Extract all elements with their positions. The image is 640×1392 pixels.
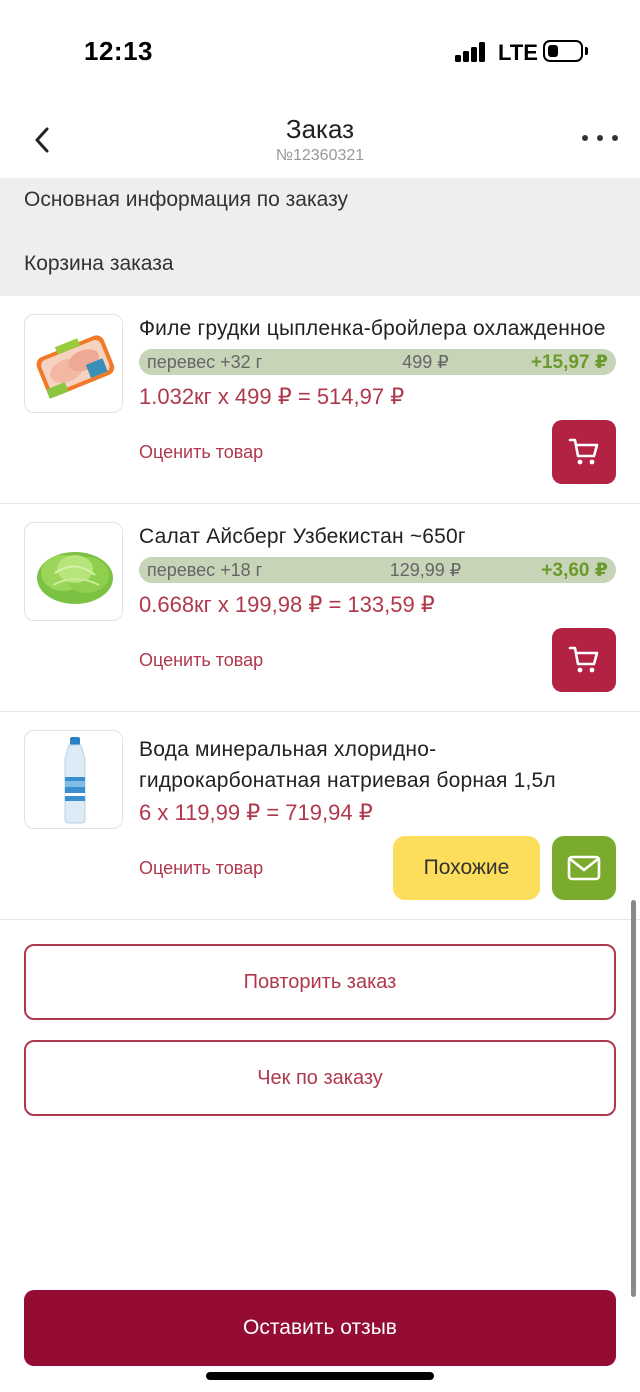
extra-price: +3,60 ₽ (541, 560, 608, 581)
add-to-cart-button[interactable] (552, 420, 616, 484)
lettuce-icon (37, 552, 113, 604)
more-dot-icon (597, 135, 603, 141)
main-info-row[interactable]: Основная информация по заказу (24, 188, 348, 212)
rate-product-link[interactable]: Оценить товар (139, 442, 263, 463)
more-dot-icon (612, 135, 618, 141)
cart-header: Корзина заказа (24, 252, 174, 275)
signal-icon (455, 42, 487, 62)
scrollbar[interactable] (631, 900, 636, 1297)
price-calculation: 1.032кг x 499 ₽ = 514,97 ₽ (139, 384, 405, 409)
list-item: Вода минеральная хлоридно-гидрокарбонатн… (0, 712, 640, 920)
repeat-order-button[interactable]: Повторить заказ (24, 944, 616, 1020)
home-indicator[interactable] (206, 1372, 434, 1380)
product-name[interactable]: Салат Айсберг Узбекистан ~650г (139, 525, 614, 549)
nav-bar: Заказ №12360321 (0, 100, 640, 178)
status-bar: 12:13 LTE (0, 0, 640, 100)
more-button[interactable] (582, 128, 618, 148)
order-info-section: Основная информация по заказу Корзина за… (0, 178, 640, 296)
order-number: №12360321 (275, 147, 365, 164)
product-name[interactable]: Филе грудки цыпленка-бройлера охлажденно… (139, 317, 614, 341)
rate-product-link[interactable]: Оценить товар (139, 858, 263, 879)
overweight-bar: перевес +32 г 499 ₽ +15,97 ₽ (139, 349, 616, 375)
product-image[interactable] (24, 314, 123, 413)
cart-icon (568, 438, 599, 465)
notify-button[interactable] (552, 836, 616, 900)
leave-review-button[interactable]: Оставить отзыв (24, 1290, 616, 1366)
add-to-cart-button[interactable] (552, 628, 616, 692)
product-name[interactable]: Вода минеральная хлоридно-гидрокарбонатн… (139, 734, 614, 796)
more-dot-icon (582, 135, 588, 141)
chicken-fillet-icon (36, 335, 115, 399)
battery-cap (585, 47, 588, 55)
cart-icon (568, 646, 599, 673)
extra-price: +15,97 ₽ (530, 352, 608, 373)
list-item: Филе грудки цыпленка-бройлера охлажденно… (0, 296, 640, 504)
page-title: Заказ (285, 114, 355, 144)
similar-products-button[interactable]: Похожие (393, 836, 540, 900)
price-calculation: 6 x 119,99 ₽ = 719,94 ₽ (139, 800, 373, 825)
price-calculation: 0.668кг x 199,98 ₽ = 133,59 ₽ (139, 592, 435, 617)
water-bottle-icon (64, 737, 86, 824)
battery-icon (543, 40, 583, 62)
status-time: 12:13 (84, 36, 153, 66)
rate-product-link[interactable]: Оценить товар (139, 650, 263, 671)
overweight-bar: перевес +18 г 129,99 ₽ +3,60 ₽ (139, 557, 616, 583)
network-label: LTE (498, 40, 538, 65)
product-image[interactable] (24, 730, 123, 829)
list-item: Салат Айсберг Узбекистан ~650г перевес +… (0, 504, 640, 712)
order-receipt-button[interactable]: Чек по заказу (24, 1040, 616, 1116)
product-image[interactable] (24, 522, 123, 621)
mail-icon (567, 855, 601, 881)
